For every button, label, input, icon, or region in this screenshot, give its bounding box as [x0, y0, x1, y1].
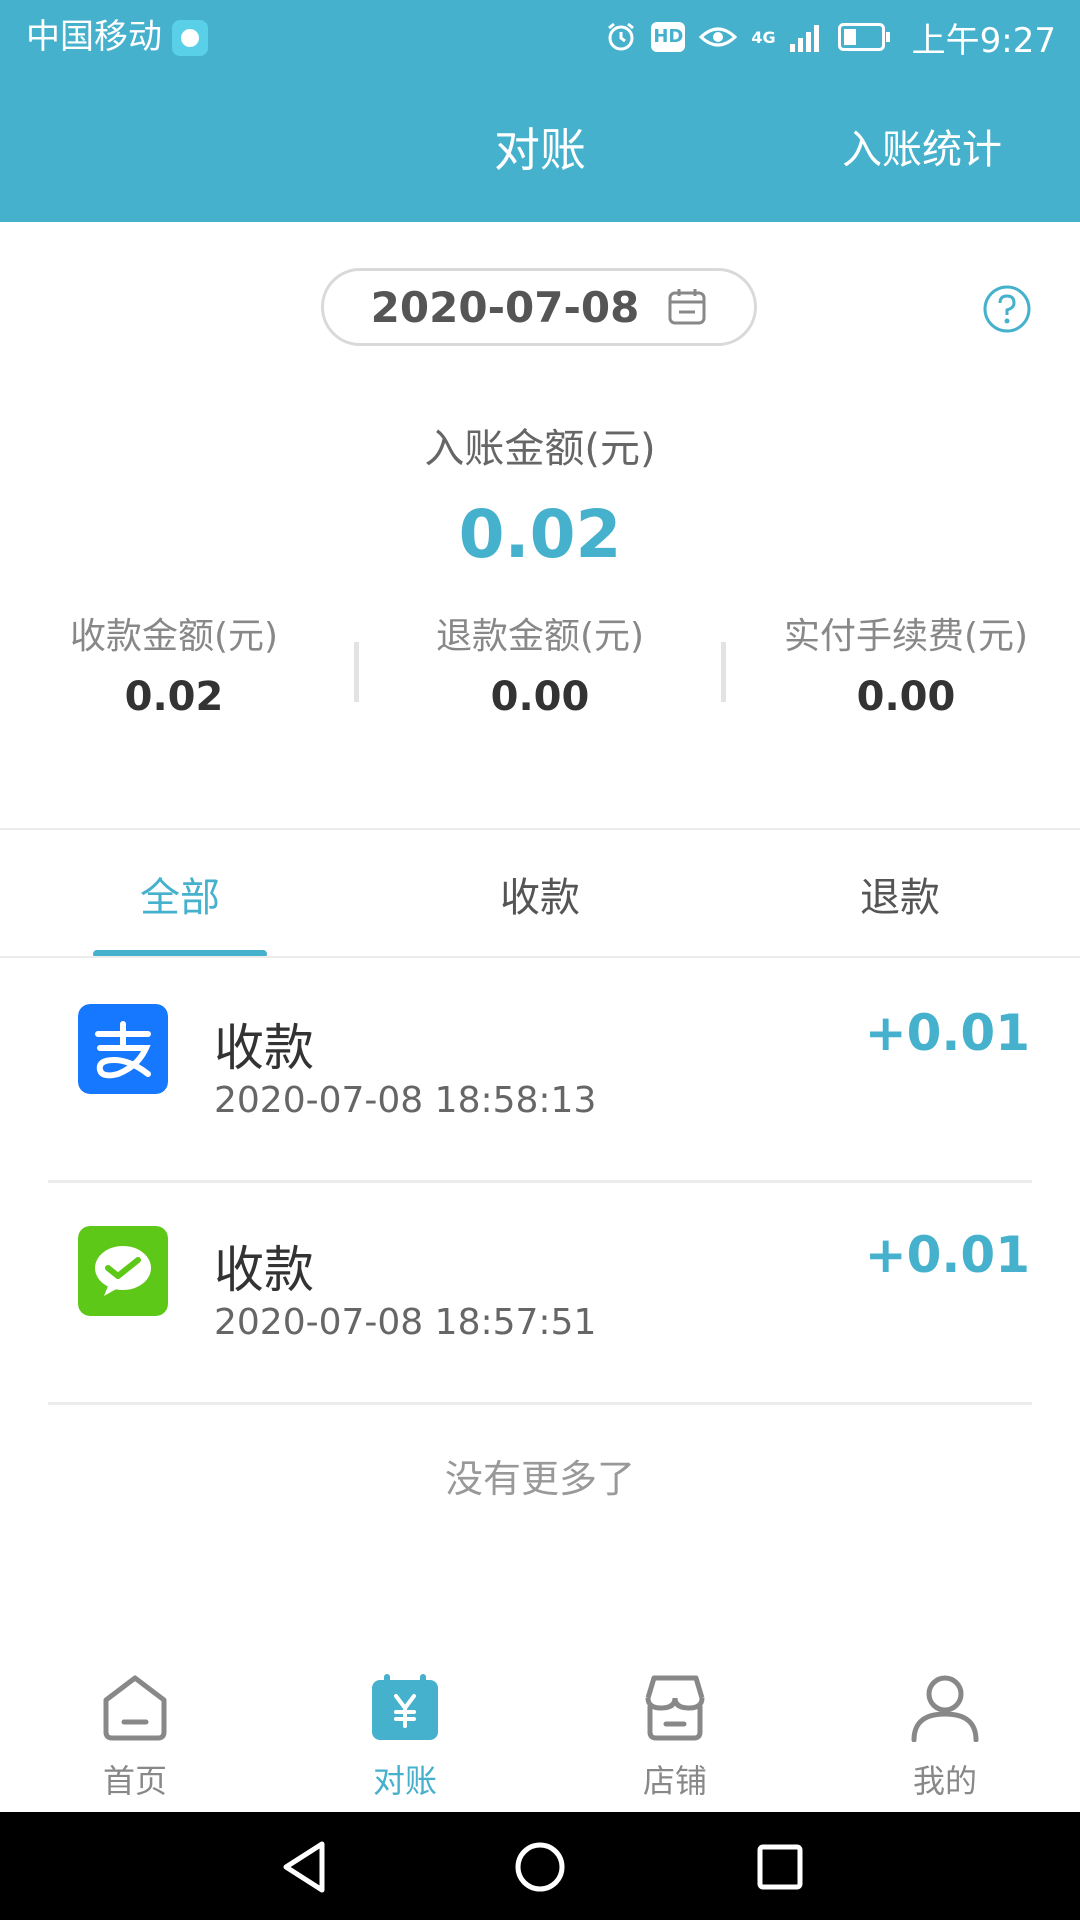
tabs-divider — [0, 956, 1080, 958]
received-amount-stat: 收款金额(元) 0.02 — [0, 612, 354, 720]
stat-divider — [354, 642, 359, 702]
status-bar: 中国移动 HD 4G 上午9:27 — [0, 0, 1080, 74]
section-divider — [0, 828, 1080, 830]
signal-icon — [789, 25, 819, 52]
transaction-time: 2020-07-08 18:58:13 — [214, 1080, 597, 1121]
network-type: 4G — [751, 27, 776, 47]
nav-label: 我的 — [912, 1762, 977, 1800]
transaction-amount: +0.01 — [864, 1004, 1030, 1062]
carrier-app-icon — [172, 20, 208, 56]
nav-reconciliation[interactable]: 对账 — [270, 1650, 540, 1812]
stat-value: 0.00 — [856, 674, 956, 720]
app-header: 中国移动 HD 4G 上午9:27 对账 入账统计 — [0, 0, 1080, 222]
stat-value: 0.02 — [124, 674, 224, 720]
clock: 上午9:27 — [911, 20, 1056, 61]
status-icons: HD 4G 上午9:27 — [605, 14, 1056, 61]
row-divider — [48, 1402, 1032, 1405]
store-icon — [645, 1675, 705, 1741]
entry-statistics-link[interactable]: 入账统计 — [842, 120, 1002, 180]
nav-profile[interactable]: 我的 — [810, 1650, 1080, 1812]
transaction-title: 收款 — [214, 1019, 314, 1077]
nav-home[interactable]: 首页 — [0, 1650, 270, 1812]
calendar-icon — [668, 289, 706, 325]
selected-date: 2020-07-08 — [370, 282, 640, 332]
profile-icon — [911, 1675, 979, 1742]
transaction-title: 收款 — [214, 1241, 314, 1299]
home-circle-icon[interactable] — [505, 1832, 575, 1902]
list-end-text: 没有更多了 — [444, 1457, 635, 1501]
wechat-pay-icon — [78, 1226, 168, 1316]
entry-amount-label: 入账金额(元) — [424, 426, 656, 472]
tab-received[interactable]: 收款 — [360, 870, 720, 926]
transaction-row[interactable]: 收款 2020-07-08 18:57:51 +0.01 — [0, 1186, 1080, 1408]
nav-store[interactable]: 店铺 — [540, 1650, 810, 1812]
stat-label: 收款金额(元) — [69, 616, 279, 657]
recent-apps-icon[interactable] — [745, 1832, 815, 1902]
date-picker[interactable]: 2020-07-08 — [321, 268, 757, 346]
eye-comfort-icon — [699, 27, 738, 47]
stat-value: 0.00 — [490, 674, 590, 720]
bottom-navigation: 首页 对账 店铺 我的 — [0, 1650, 1080, 1812]
tab-refund[interactable]: 退款 — [720, 870, 1080, 926]
alipay-icon — [78, 1004, 168, 1094]
transaction-row[interactable]: 收款 2020-07-08 18:58:13 +0.01 — [0, 964, 1080, 1186]
carrier-name: 中国移动 — [26, 17, 162, 57]
tab-all[interactable]: 全部 — [0, 870, 360, 926]
hd-icon: HD — [651, 22, 686, 52]
back-icon[interactable] — [272, 1832, 342, 1902]
nav-label: 对账 — [372, 1762, 437, 1800]
stat-label: 实付手续费(元) — [783, 616, 1029, 657]
nav-label: 首页 — [102, 1762, 167, 1800]
nav-label: 店铺 — [642, 1762, 707, 1800]
reconciliation-icon — [372, 1674, 438, 1740]
entry-amount-value: 0.02 — [458, 496, 622, 573]
battery-icon — [837, 23, 890, 51]
stat-label: 退款金额(元) — [435, 616, 645, 657]
fee-amount-stat: 实付手续费(元) 0.00 — [726, 612, 1080, 720]
refund-amount-stat: 退款金额(元) 0.00 — [360, 612, 720, 720]
system-navigation-bar — [0, 1812, 1080, 1920]
home-icon — [103, 1675, 167, 1741]
transaction-amount: +0.01 — [864, 1226, 1030, 1284]
alarm-icon — [608, 22, 635, 51]
row-divider — [48, 1180, 1032, 1183]
help-icon[interactable] — [982, 284, 1032, 334]
transaction-time: 2020-07-08 18:57:51 — [214, 1302, 597, 1343]
